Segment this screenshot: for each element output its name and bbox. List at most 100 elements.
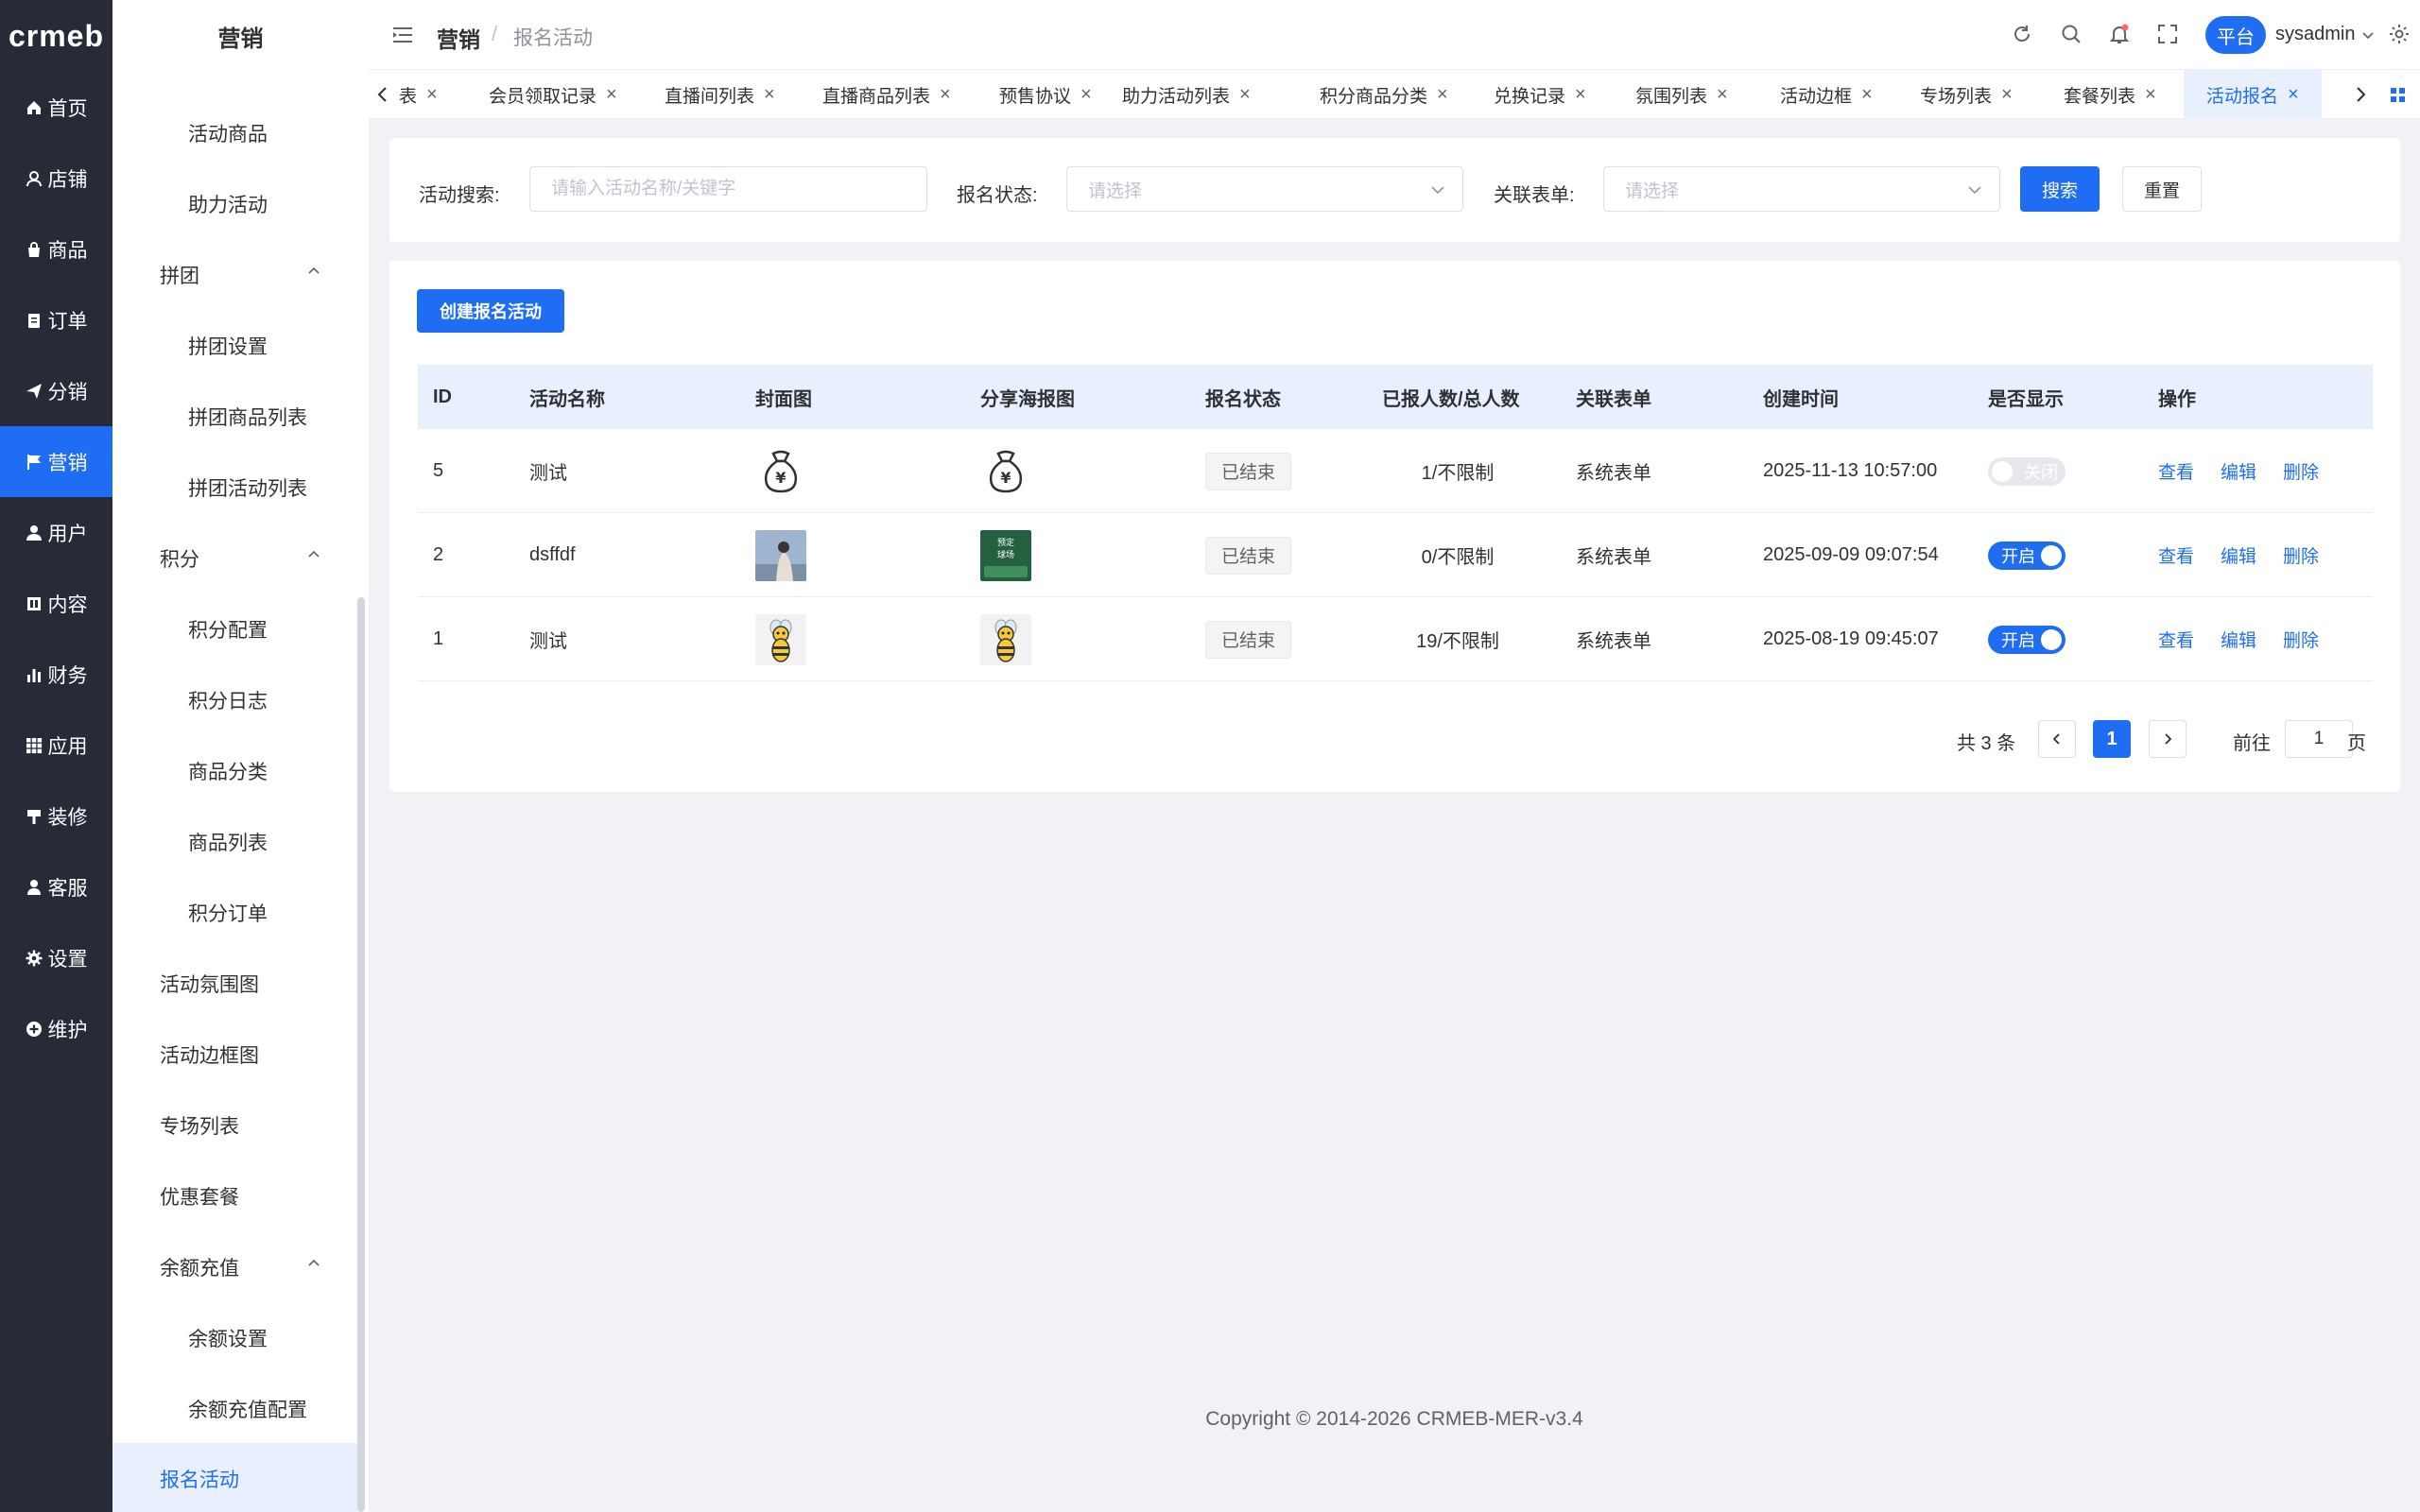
close-icon[interactable]: ×	[1575, 84, 1586, 106]
primary-nav-item[interactable]: 财务	[0, 639, 112, 710]
close-icon[interactable]: ×	[2288, 84, 2299, 106]
secondary-nav-item[interactable]: 助力活动	[112, 168, 358, 239]
tab[interactable]: 专场列表 ×	[1920, 70, 2013, 119]
next-page-button[interactable]	[2149, 720, 2187, 758]
primary-nav-item[interactable]: 客服	[0, 851, 112, 922]
tab[interactable]: 兑换记录 ×	[1494, 70, 1586, 119]
secondary-nav-item[interactable]: 优惠套餐	[112, 1160, 358, 1231]
tab[interactable]: 助力活动列表 ×	[1122, 70, 1251, 119]
secondary-nav-item[interactable]: 拼团	[112, 239, 358, 310]
tab[interactable]: 活动边框 ×	[1780, 70, 1873, 119]
secondary-nav-item[interactable]: 报名活动	[112, 1443, 358, 1512]
close-icon[interactable]: ×	[1239, 84, 1251, 106]
menu-fold-icon[interactable]	[392, 25, 413, 45]
secondary-nav-item[interactable]: 积分日志	[112, 664, 358, 735]
primary-nav-item[interactable]: 首页	[0, 72, 112, 143]
secondary-nav-item[interactable]: 活动商品	[112, 97, 358, 168]
secondary-nav-item[interactable]: 积分配置	[112, 593, 358, 664]
tab[interactable]: 氛围列表 ×	[1635, 70, 1728, 119]
cell-poster[interactable]: 预定 球场	[980, 513, 1031, 597]
close-icon[interactable]: ×	[940, 84, 951, 106]
secondary-nav-item[interactable]: 专场列表	[112, 1090, 358, 1160]
close-icon[interactable]: ×	[1861, 84, 1873, 106]
secondary-nav-item[interactable]: 活动边框图	[112, 1019, 358, 1090]
secondary-nav-item[interactable]: 拼团商品列表	[112, 381, 358, 452]
secondary-nav-item[interactable]: 余额设置	[112, 1302, 358, 1373]
tab-active[interactable]: 活动报名 ×	[2184, 70, 2322, 119]
goto-page-input[interactable]: 1	[2285, 720, 2353, 758]
form-select[interactable]: 请选择	[1603, 166, 2000, 212]
chevron-down-icon[interactable]	[2361, 28, 2375, 42]
close-icon[interactable]: ×	[1717, 84, 1728, 106]
reset-button[interactable]: 重置	[2122, 166, 2202, 212]
show-toggle[interactable]: 开启	[1988, 625, 2066, 654]
edit-link[interactable]: 编辑	[2221, 627, 2256, 652]
view-link[interactable]: 查看	[2158, 458, 2194, 484]
primary-nav-item[interactable]: 内容	[0, 568, 112, 639]
cell-cover[interactable]	[755, 513, 806, 597]
refresh-icon[interactable]	[2011, 23, 2033, 45]
edit-link[interactable]: 编辑	[2221, 542, 2256, 568]
secondary-nav-item[interactable]: 余额充值	[112, 1231, 358, 1302]
sidebar-scrollbar[interactable]	[357, 597, 365, 1512]
create-activity-button[interactable]: 创建报名活动	[417, 289, 564, 333]
primary-nav-item[interactable]: 维护	[0, 993, 112, 1064]
close-icon[interactable]: ×	[2001, 84, 2013, 106]
show-toggle[interactable]: 关闭	[1988, 456, 2066, 486]
secondary-nav-item[interactable]: 拼团设置	[112, 310, 358, 381]
primary-nav-item[interactable]: 分销	[0, 355, 112, 426]
tab[interactable]: 积分商品分类 ×	[1320, 70, 1448, 119]
secondary-nav-item[interactable]: 活动氛围图	[112, 948, 358, 1019]
secondary-nav-item[interactable]: 余额充值配置	[112, 1373, 358, 1444]
close-icon[interactable]: ×	[426, 84, 438, 106]
tab[interactable]: 直播间列表 ×	[665, 70, 775, 119]
show-toggle[interactable]: 开启	[1988, 541, 2066, 570]
secondary-nav-item[interactable]: 拼团活动列表	[112, 452, 358, 523]
gear-icon[interactable]	[2388, 23, 2411, 45]
close-icon[interactable]: ×	[1080, 84, 1092, 106]
view-link[interactable]: 查看	[2158, 627, 2194, 652]
primary-nav-item[interactable]: 营销	[0, 426, 112, 497]
edit-link[interactable]: 编辑	[2221, 458, 2256, 484]
tab-scroll-left-icon[interactable]	[374, 85, 391, 104]
tab-scroll-right-icon[interactable]	[2352, 85, 2369, 104]
prev-page-button[interactable]	[2038, 720, 2076, 758]
delete-link[interactable]: 删除	[2283, 458, 2319, 484]
tab[interactable]: 会员领取记录 ×	[489, 70, 617, 119]
primary-nav-item[interactable]: 商品	[0, 214, 112, 284]
cell-cover[interactable]: ¥	[755, 429, 806, 513]
tab[interactable]: 预售协议 ×	[999, 70, 1092, 119]
bell-icon[interactable]	[2108, 23, 2131, 45]
cell-cover[interactable]	[755, 597, 806, 681]
primary-nav-item[interactable]: 店铺	[0, 143, 112, 214]
tab[interactable]: 直播商品列表 ×	[822, 70, 951, 119]
secondary-nav-item[interactable]: 商品分类	[112, 735, 358, 806]
logo[interactable]: crmeb	[0, 0, 112, 72]
primary-nav-item[interactable]: 装修	[0, 781, 112, 851]
tab[interactable]: 套餐列表 ×	[2064, 70, 2156, 119]
tab[interactable]: 表 ×	[399, 70, 438, 119]
close-icon[interactable]: ×	[606, 84, 617, 106]
search-icon[interactable]	[2060, 23, 2083, 45]
keyword-input[interactable]	[530, 167, 926, 211]
primary-nav-item[interactable]: 订单	[0, 284, 112, 355]
view-link[interactable]: 查看	[2158, 542, 2194, 568]
secondary-nav-item[interactable]: 商品列表	[112, 806, 358, 877]
tab-grid-icon[interactable]	[2390, 86, 2407, 105]
secondary-nav-item[interactable]: 积分	[112, 523, 358, 593]
cell-poster[interactable]	[980, 597, 1031, 681]
delete-link[interactable]: 删除	[2283, 542, 2319, 568]
status-select[interactable]: 请选择	[1066, 166, 1463, 212]
secondary-nav-item[interactable]: 积分订单	[112, 877, 358, 948]
username[interactable]: sysadmin	[2275, 24, 2355, 45]
breadcrumb-parent[interactable]: 营销	[437, 22, 480, 54]
cell-poster[interactable]: ¥	[980, 429, 1031, 513]
primary-nav-item[interactable]: 设置	[0, 922, 112, 993]
close-icon[interactable]: ×	[1437, 84, 1448, 106]
delete-link[interactable]: 删除	[2283, 627, 2319, 652]
close-icon[interactable]: ×	[2145, 84, 2156, 106]
page-number-current[interactable]: 1	[2093, 720, 2131, 758]
search-button[interactable]: 搜索	[2020, 166, 2100, 212]
primary-nav-item[interactable]: 应用	[0, 710, 112, 781]
primary-nav-item[interactable]: 用户	[0, 497, 112, 568]
